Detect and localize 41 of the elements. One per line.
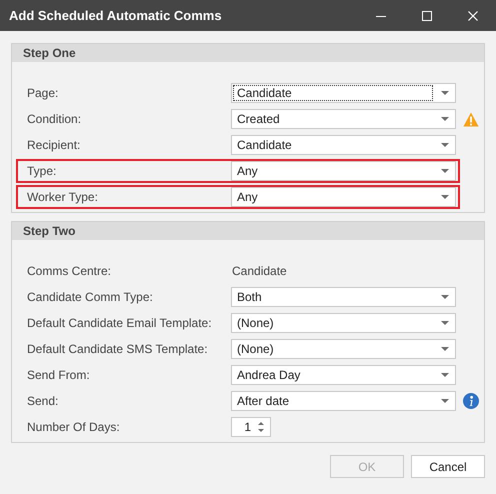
caret-icon (441, 321, 449, 325)
field-label: Send: (26, 394, 60, 408)
caret-icon (441, 195, 449, 199)
maximize-icon[interactable] (420, 8, 434, 22)
dropdown[interactable]: Candidate (231, 83, 456, 103)
caret-icon (441, 117, 449, 121)
spin-arrows-icon[interactable] (257, 420, 265, 434)
caret-icon (441, 91, 449, 95)
caret-icon (441, 399, 449, 403)
dropdown[interactable]: (None) (231, 313, 456, 333)
caret-icon (441, 347, 449, 351)
field-label: Send From: (26, 368, 91, 382)
group-header: Step One (12, 44, 484, 62)
caret-icon (441, 169, 449, 173)
caret-icon (441, 295, 449, 299)
field-label: Recipient: (26, 138, 82, 152)
field-label: Number Of Days: (26, 420, 121, 434)
dropdown[interactable]: Both (231, 287, 456, 307)
field-label: Comms Centre: (26, 264, 112, 278)
dialog-button[interactable]: Cancel (411, 455, 485, 478)
field-value: Candidate (231, 264, 287, 278)
field-label: Default Candidate Email Template: (26, 316, 213, 330)
field-label: Default Candidate SMS Template: (26, 342, 209, 356)
close-icon[interactable] (466, 8, 480, 22)
dropdown[interactable]: Candidate (231, 135, 456, 155)
group-header: Step Two (12, 222, 484, 240)
window-title: Add Scheduled Automatic Comms (9, 8, 223, 23)
number-spinner[interactable]: 1 (231, 417, 271, 437)
dropdown[interactable]: After date (231, 391, 456, 411)
caret-icon (441, 143, 449, 147)
dropdown[interactable]: Any (231, 161, 456, 181)
dropdown[interactable]: Any (231, 187, 456, 207)
dropdown[interactable]: Created (231, 109, 456, 129)
field-label: Type: (26, 164, 58, 178)
field-label: Page: (26, 86, 60, 100)
field-label: Candidate Comm Type: (26, 290, 154, 304)
dropdown[interactable]: Andrea Day (231, 365, 456, 385)
caret-icon (441, 373, 449, 377)
field-label: Condition: (26, 112, 82, 126)
dropdown[interactable]: (None) (231, 339, 456, 359)
field-label: Worker Type: (26, 190, 99, 204)
